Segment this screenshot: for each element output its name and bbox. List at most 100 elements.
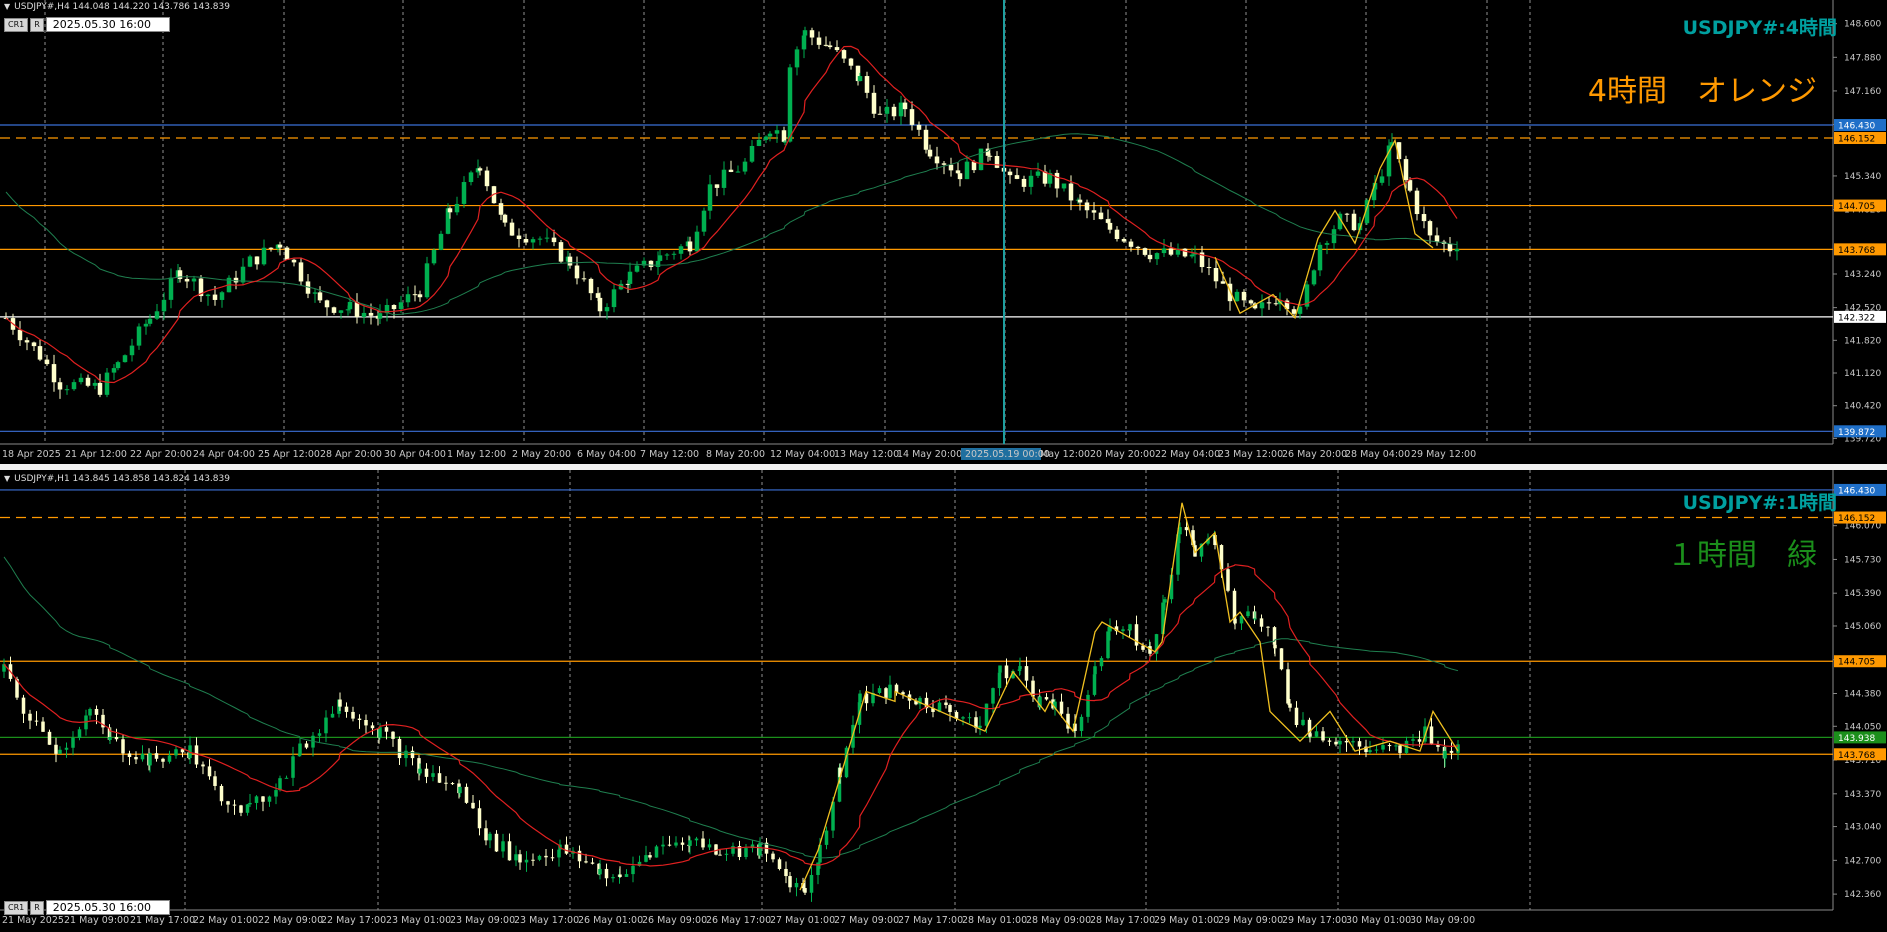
candle-body [1279,648,1284,670]
time-axis-label: 23 May 09:00 [450,915,515,926]
candle-body [397,738,402,759]
candle-body [597,297,603,312]
time-axis-label: 30 Apr 04:00 [384,449,446,460]
candle-body [239,805,243,813]
collapse-triangle-icon[interactable]: ▼ [4,474,10,483]
candle-body [391,304,397,310]
price-tick-label: 143.040 [1844,823,1881,833]
candle-body [1368,750,1372,753]
candle-body [1068,183,1074,201]
candle-body [1007,171,1013,176]
time-axis-label: 7 May 12:00 [640,449,699,460]
candle-body [588,278,594,294]
candle-body [944,702,948,706]
candle-body [1248,300,1254,304]
candle-body [1357,741,1362,747]
candle-body [694,231,700,252]
h1-chart-canvas[interactable]: 146.430146.070145.730145.390145.060144.7… [0,470,1887,932]
candle-body [558,242,564,262]
candle-body [94,708,99,715]
candle-body [1142,248,1148,255]
candle-body [1386,145,1392,177]
h4-chart-pane[interactable]: 148.600147.880147.160146.440145.340144.6… [0,0,1887,464]
candle-body [634,265,640,272]
candle-body [771,853,775,860]
candle-body [1301,719,1305,726]
candle-body [567,256,573,266]
collapse-triangle-icon[interactable]: ▼ [4,2,10,11]
time-axis-label: 13 May 12:00 [834,449,899,460]
h1-chart-pane[interactable]: 146.430146.070145.730145.390145.060144.7… [0,470,1887,932]
candle-body [354,301,360,317]
candle-body [557,849,561,858]
price-tag-label: 143.938 [1838,734,1875,744]
candle-body [248,802,252,805]
candle-body [1327,740,1332,742]
candle-body [1161,248,1167,254]
candle-body [261,796,265,802]
time-axis-label: 21 Apr 12:00 [65,449,127,460]
price-tick-label: 148.600 [1844,20,1881,30]
time-axis-label: 30 May 09:00 [1410,915,1475,926]
candle-body [877,688,882,694]
candle-body [788,876,792,888]
candle-body [71,737,75,748]
candle-body [1321,731,1325,741]
h1-chart-title: USDJPY#:1時間 [1682,492,1837,514]
cr1-button[interactable]: CR1 [4,900,29,915]
candle-body [357,718,362,721]
candle-body [884,688,888,698]
candle-body [437,773,442,783]
h1-chart-annotation: １時間 緑 [1667,538,1817,573]
time-axis-label: 6 May 04:00 [577,449,636,460]
candle-body [611,289,617,308]
candle-body [1288,703,1292,708]
candle-body [1429,726,1434,745]
candle-body [24,340,30,343]
candle-body [550,857,555,859]
candle-body [758,842,762,856]
candle-body [1374,749,1379,751]
candle-body [564,844,569,854]
candle-body [955,170,961,174]
r-button[interactable]: R [30,900,44,915]
time-axis-label: 1 May 12:00 [447,449,506,460]
time-axis-label: 26 May 20:00 [1282,449,1347,460]
candle-body [58,749,62,754]
candle-body [1135,246,1141,249]
candle-body [1086,694,1090,717]
candle-body [1324,243,1330,245]
candle-body [1061,183,1067,189]
candle-body [1054,172,1060,189]
candle-body [304,743,309,748]
candle-body [148,753,152,766]
candle-body [418,768,422,774]
zigzag-line [799,502,1459,891]
candle-body [368,312,374,316]
candle-body [987,155,993,157]
candle-body [777,859,782,869]
time-axis-label: 29 May 01:00 [1154,915,1219,926]
candle-body [707,184,713,211]
candle-body [1234,291,1240,302]
candle-body [410,750,415,759]
candle-body [991,688,995,704]
candle-body [1294,707,1299,726]
candle-body [537,855,542,860]
price-tick-label: 141.120 [1844,369,1881,379]
candle-body [898,102,904,117]
candle-body [247,256,253,267]
candle-body [744,848,748,857]
r-button[interactable]: R [30,17,44,32]
cr1-button[interactable]: CR1 [4,17,29,32]
candle-body [458,786,462,794]
date-input[interactable]: 2025.05.30 16:00 [45,900,170,915]
price-tick-label: 140.420 [1844,402,1881,412]
date-input[interactable]: 2025.05.30 16:00 [45,17,170,32]
candle-body [1394,745,1398,747]
candle-body [129,345,135,356]
candle-body [1253,618,1257,620]
candle-body [108,737,112,740]
candle-body [1259,618,1264,627]
candle-body [574,265,580,279]
